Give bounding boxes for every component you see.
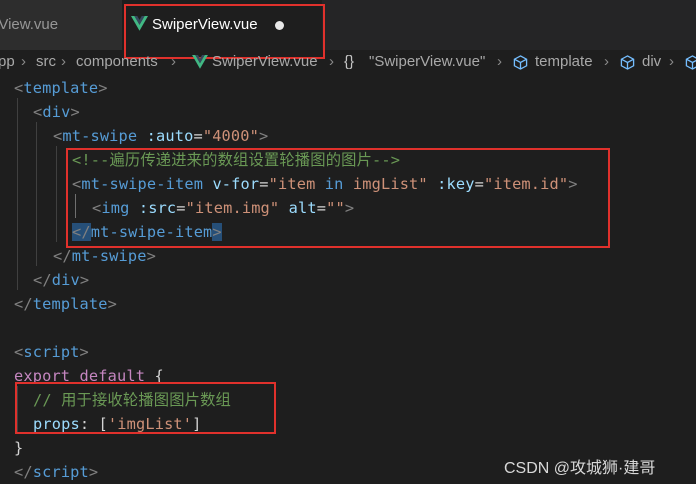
chevron-right-icon: ›: [497, 53, 502, 70]
code-line: props: ['imgList']: [33, 415, 202, 433]
breadcrumb-item-module[interactable]: "SwiperView.vue": [369, 53, 485, 70]
indent-guide: [17, 98, 18, 290]
code-line: <mt-swipe-item v-for="item in imgList" :…: [72, 175, 578, 193]
code-line: export default {: [14, 367, 164, 385]
cube-icon: [513, 55, 528, 70]
chevron-right-icon: ›: [669, 53, 674, 70]
code-line: <mt-swipe :auto="4000">: [53, 127, 269, 145]
indent-guide: [75, 194, 76, 218]
code-line: <div>: [33, 103, 80, 121]
unsaved-dot-icon[interactable]: [275, 21, 284, 30]
breadcrumb-item-components[interactable]: components: [76, 53, 158, 70]
breadcrumb-item-project[interactable]: pp: [0, 53, 15, 70]
code-line-comment: // 用于接收轮播图图片数组: [33, 391, 231, 409]
indent-guide: [36, 122, 37, 266]
code-line: <img :src="item.img" alt="">: [92, 199, 355, 217]
code-line: </script>: [14, 463, 99, 481]
indent-guide: [17, 386, 18, 434]
breadcrumb-item-template[interactable]: template: [535, 53, 593, 70]
code-line: }: [14, 439, 24, 457]
chevron-right-icon: ›: [604, 53, 609, 70]
tab-label: eView.vue: [0, 16, 59, 33]
code-line: </mt-swipe-item>: [72, 223, 222, 241]
code-line-comment: <!--遍历传递进来的数组设置轮播图的图片-->: [72, 151, 401, 169]
breadcrumb-item-div[interactable]: div: [642, 53, 661, 70]
chevron-right-icon: ›: [329, 53, 334, 70]
tab-inactive[interactable]: eView.vue: [0, 0, 122, 50]
chevron-right-icon: ›: [61, 53, 66, 70]
chevron-right-icon: ›: [171, 53, 176, 70]
tab-label: SwiperView.vue: [152, 16, 258, 33]
cube-icon: [620, 55, 635, 70]
indent-guide: [56, 146, 57, 242]
vue-logo-icon: [192, 55, 208, 69]
code-line: </template>: [14, 295, 117, 313]
code-line: <template>: [14, 79, 108, 97]
vue-logo-icon: [131, 16, 148, 31]
code-editor[interactable]: <template> <div> <mt-swipe :auto="4000">…: [0, 74, 696, 484]
tab-swiperview[interactable]: SwiperView.vue: [122, 0, 322, 50]
code-line: <script>: [14, 343, 89, 361]
breadcrumb-item-src[interactable]: src: [36, 53, 56, 70]
tab-bar: eView.vue SwiperView.vue: [0, 0, 696, 50]
braces-icon: {}: [344, 53, 355, 70]
code-line: </div>: [33, 271, 90, 289]
cube-icon: [685, 55, 696, 70]
code-line: </mt-swipe>: [53, 247, 156, 265]
chevron-right-icon: ›: [21, 53, 26, 70]
breadcrumb: pp › src › components › SwiperView.vue ›…: [0, 50, 696, 74]
watermark: CSDN @攻城狮·建哥: [504, 460, 656, 477]
breadcrumb-item-file[interactable]: SwiperView.vue: [212, 53, 318, 70]
